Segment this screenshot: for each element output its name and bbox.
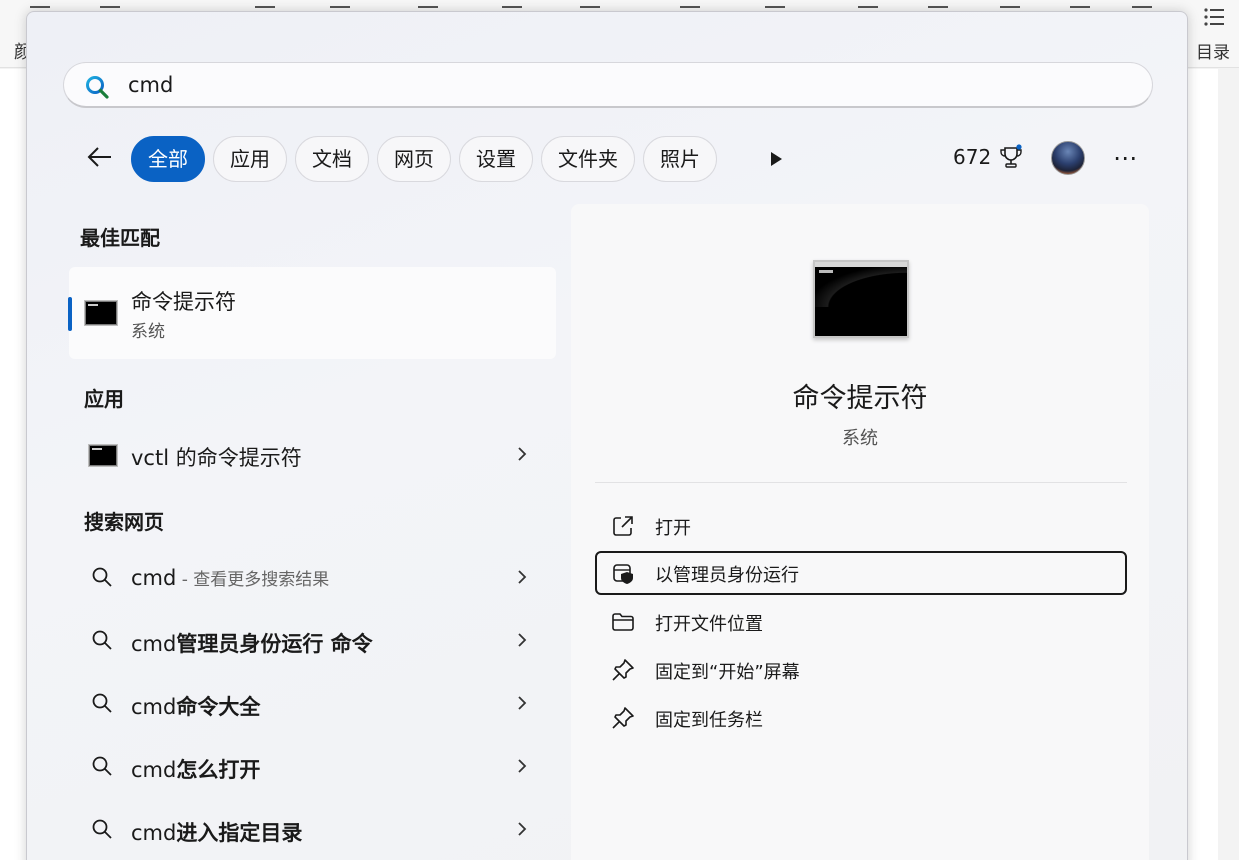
chevron-right-icon [518,759,527,773]
best-match-subtitle: 系统 [131,322,165,342]
table-of-contents-icon[interactable] [1203,6,1224,26]
preview-subtitle: 系统 [842,428,878,449]
best-match-title: 命令提示符 [131,290,236,314]
app-item-label: vctl 的命令提示符 [131,446,302,470]
rewards-points[interactable]: 672 [953,145,991,169]
chevron-right-icon [518,633,527,647]
web-search-item[interactable]: cmd管理员身份运行 命令 [69,615,556,667]
trophy-icon[interactable] [999,144,1023,170]
shield-admin-icon [613,564,633,584]
web-item-label: cmd命令大全 [131,695,261,719]
chevron-right-icon [518,822,527,836]
user-avatar[interactable] [1051,141,1085,175]
tab-folders[interactable]: 文件夹 [541,136,635,182]
action-label: 以管理员身份运行 [655,565,799,586]
web-item-label: cmd怎么打开 [131,758,261,782]
more-options-icon[interactable]: ⋯ [1113,144,1138,172]
web-item-label: cmd进入指定目录 [131,821,303,845]
action-pin-to-start[interactable]: 固定到“开始”屏幕 [595,648,1127,692]
folder-icon [612,613,634,631]
cmd-console-icon [88,444,118,467]
selection-accent [68,297,72,331]
web-item-label: cmd - 查看更多搜索结果 [131,566,330,590]
web-search-item[interactable]: cmd怎么打开 [69,741,556,793]
search-icon [92,819,112,839]
chevron-right-icon [518,696,527,710]
tab-web[interactable]: 网页 [377,136,451,182]
section-title-web: 搜索网页 [84,510,164,534]
background-scroll-area [1218,69,1239,860]
search-input[interactable] [128,70,1028,100]
search-icon [92,693,112,713]
action-open-file-location[interactable]: 打开文件位置 [595,600,1127,644]
back-arrow-icon[interactable] [85,142,115,172]
pin-icon [612,707,634,729]
best-match-item[interactable]: 命令提示符 系统 [68,267,556,359]
search-icon [92,756,112,776]
web-search-item[interactable]: cmd进入指定目录 [69,804,556,856]
divider [595,482,1127,483]
action-label: 打开 [655,518,691,539]
action-open[interactable]: 打开 [595,504,1127,548]
pin-icon [612,659,634,681]
search-icon [92,567,112,587]
search-flyout: 全部 应用 文档 网页 设置 文件夹 照片 672 ⋯ 最佳匹配 命令提示符 系… [26,11,1188,860]
chevron-right-icon [518,447,527,461]
search-box[interactable] [63,62,1153,108]
web-search-item[interactable]: cmd命令大全 [69,678,556,730]
background-document-left [0,69,26,860]
action-label: 打开文件位置 [655,614,763,635]
section-title-apps: 应用 [84,387,124,411]
search-icon [86,76,109,99]
preview-title: 命令提示符 [792,383,928,414]
tab-documents[interactable]: 文档 [295,136,369,182]
play-more-tabs-icon[interactable] [768,150,784,168]
open-external-icon [613,516,633,536]
action-label: 固定到“开始”屏幕 [655,662,800,683]
search-icon [92,630,112,650]
filter-tabs: 全部 应用 文档 网页 设置 文件夹 照片 [131,136,717,182]
action-label: 固定到任务栏 [655,710,763,731]
chevron-right-icon [518,570,527,584]
action-pin-to-taskbar[interactable]: 固定到任务栏 [595,696,1127,740]
tab-photos[interactable]: 照片 [643,136,717,182]
tab-settings[interactable]: 设置 [459,136,533,182]
action-run-as-admin[interactable]: 以管理员身份运行 [595,551,1127,595]
tab-all[interactable]: 全部 [131,136,205,182]
table-of-contents-label[interactable]: 目录 [1196,38,1230,63]
web-search-item[interactable]: cmd - 查看更多搜索结果 [69,552,556,604]
preview-pane: 命令提示符 系统 打开 以管理员身份运行 打开文件位置 固定到“开始”屏幕 固定… [571,204,1149,860]
section-title-best-match: 最佳匹配 [80,226,160,250]
cmd-console-icon [813,260,909,338]
background-document-right [1188,69,1218,860]
tab-apps[interactable]: 应用 [213,136,287,182]
web-item-label: cmd管理员身份运行 命令 [131,632,373,656]
list-item[interactable]: vctl 的命令提示符 [69,429,556,481]
cmd-console-icon [84,300,118,326]
